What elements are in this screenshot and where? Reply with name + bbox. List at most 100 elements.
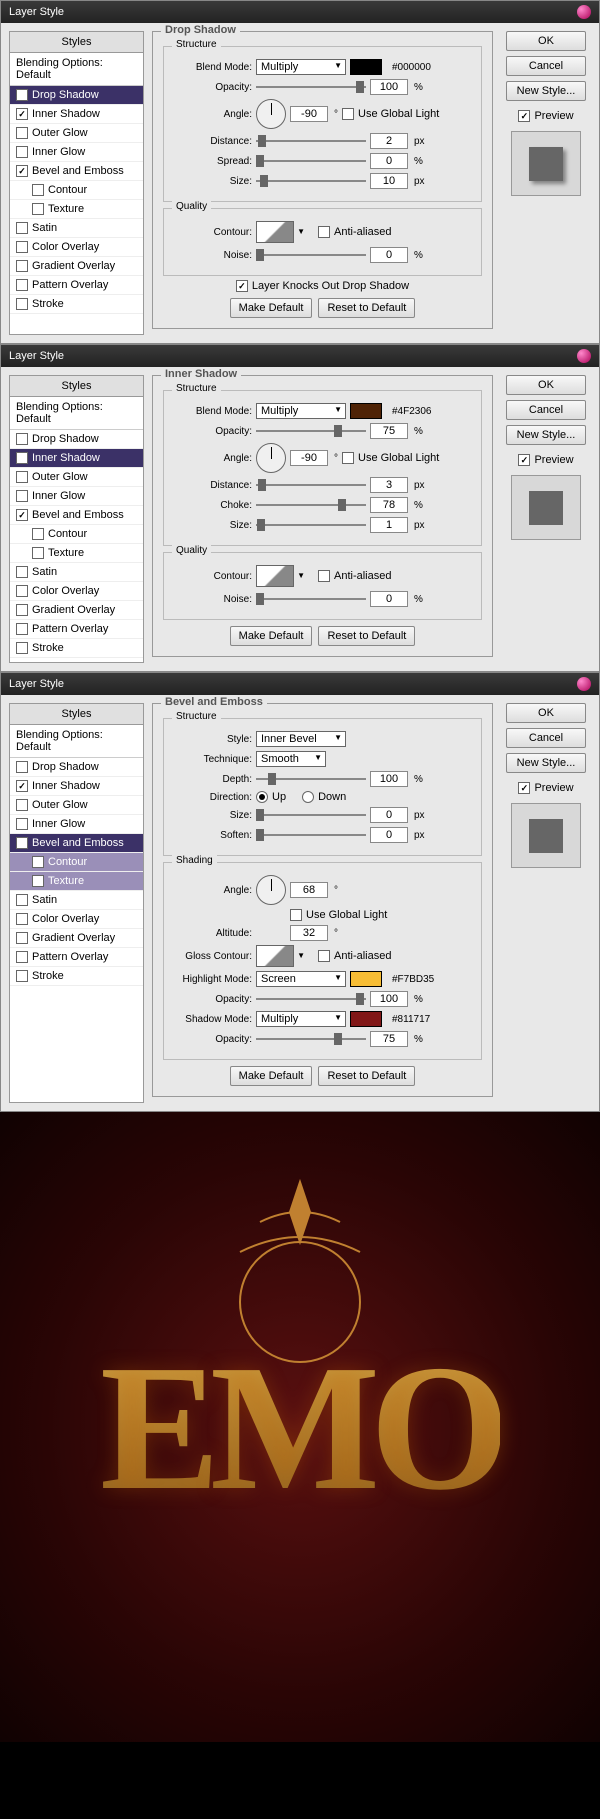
sidebar-item-contour[interactable]: Contour — [10, 853, 143, 872]
checkbox-icon[interactable] — [16, 932, 28, 944]
checkbox-icon[interactable] — [32, 203, 44, 215]
angle-input[interactable]: -90 — [290, 450, 328, 466]
sidebar-item-stroke[interactable]: Stroke — [10, 639, 143, 658]
distance-slider[interactable] — [256, 134, 366, 148]
sidebar-item-inner-glow[interactable]: Inner Glow — [10, 143, 143, 162]
checkbox-icon[interactable] — [32, 856, 44, 868]
soften-input[interactable]: 0 — [370, 827, 408, 843]
checkbox-icon[interactable] — [16, 127, 28, 139]
preview-checkbox[interactable] — [518, 454, 530, 466]
shadow-color-swatch[interactable] — [350, 1011, 382, 1027]
direction-down-radio[interactable] — [302, 791, 314, 803]
sidebar-item-outer-glow[interactable]: Outer Glow — [10, 468, 143, 487]
shadow-opacity-slider[interactable] — [256, 1032, 366, 1046]
checkbox-icon[interactable] — [32, 547, 44, 559]
sidebar-item-drop-shadow[interactable]: Drop Shadow — [10, 86, 143, 105]
size-input[interactable]: 10 — [370, 173, 408, 189]
cancel-button[interactable]: Cancel — [506, 728, 586, 748]
cancel-button[interactable]: Cancel — [506, 56, 586, 76]
distance-slider[interactable] — [256, 478, 366, 492]
noise-input[interactable]: 0 — [370, 247, 408, 263]
checkbox-icon[interactable] — [16, 970, 28, 982]
highlight-mode-select[interactable]: Screen — [256, 971, 346, 987]
checkbox-icon[interactable] — [16, 604, 28, 616]
checkbox-icon[interactable] — [16, 894, 28, 906]
angle-dial[interactable] — [256, 443, 286, 473]
sidebar-item-color-overlay[interactable]: Color Overlay — [10, 910, 143, 929]
sidebar-item-inner-shadow[interactable]: Inner Shadow — [10, 105, 143, 124]
reset-default-button[interactable]: Reset to Default — [318, 298, 415, 318]
opacity-input[interactable]: 100 — [370, 79, 408, 95]
sidebar-item-bevel-emboss[interactable]: Bevel and Emboss — [10, 834, 143, 853]
ok-button[interactable]: OK — [506, 375, 586, 395]
sidebar-item-gradient-overlay[interactable]: Gradient Overlay — [10, 929, 143, 948]
sidebar-item-bevel-emboss[interactable]: Bevel and Emboss — [10, 506, 143, 525]
global-light-checkbox[interactable] — [290, 909, 302, 921]
highlight-opacity-slider[interactable] — [256, 992, 366, 1006]
checkbox-icon[interactable] — [16, 780, 28, 792]
checkbox-icon[interactable] — [16, 260, 28, 272]
style-select[interactable]: Inner Bevel — [256, 731, 346, 747]
checkbox-icon[interactable] — [32, 184, 44, 196]
angle-dial[interactable] — [256, 99, 286, 129]
size-slider[interactable] — [256, 808, 366, 822]
color-swatch[interactable] — [350, 403, 382, 419]
noise-slider[interactable] — [256, 248, 366, 262]
sidebar-item-satin[interactable]: Satin — [10, 891, 143, 910]
sidebar-item-satin[interactable]: Satin — [10, 563, 143, 582]
shadow-opacity-input[interactable]: 75 — [370, 1031, 408, 1047]
contour-picker[interactable] — [256, 565, 294, 587]
blending-options[interactable]: Blending Options: Default — [10, 397, 143, 430]
checkbox-icon[interactable] — [16, 89, 28, 101]
ok-button[interactable]: OK — [506, 31, 586, 51]
new-style-button[interactable]: New Style... — [506, 81, 586, 101]
checkbox-icon[interactable] — [16, 146, 28, 158]
blend-mode-select[interactable]: Multiply — [256, 403, 346, 419]
sidebar-item-stroke[interactable]: Stroke — [10, 295, 143, 314]
angle-input[interactable]: 68 — [290, 882, 328, 898]
sidebar-item-color-overlay[interactable]: Color Overlay — [10, 238, 143, 257]
make-default-button[interactable]: Make Default — [230, 1066, 313, 1086]
preview-checkbox[interactable] — [518, 782, 530, 794]
sidebar-item-pattern-overlay[interactable]: Pattern Overlay — [10, 620, 143, 639]
make-default-button[interactable]: Make Default — [230, 626, 313, 646]
opacity-slider[interactable] — [256, 80, 366, 94]
layer-knocks-checkbox[interactable] — [236, 280, 248, 292]
sidebar-item-satin[interactable]: Satin — [10, 219, 143, 238]
choke-slider[interactable] — [256, 498, 366, 512]
global-light-checkbox[interactable] — [342, 108, 354, 120]
size-input[interactable]: 1 — [370, 517, 408, 533]
reset-default-button[interactable]: Reset to Default — [318, 626, 415, 646]
distance-input[interactable]: 3 — [370, 477, 408, 493]
checkbox-icon[interactable] — [16, 452, 28, 464]
spread-input[interactable]: 0 — [370, 153, 408, 169]
checkbox-icon[interactable] — [16, 471, 28, 483]
checkbox-icon[interactable] — [16, 951, 28, 963]
blend-mode-select[interactable]: Multiply — [256, 59, 346, 75]
opacity-input[interactable]: 75 — [370, 423, 408, 439]
checkbox-icon[interactable] — [32, 528, 44, 540]
antialiased-checkbox[interactable] — [318, 226, 330, 238]
checkbox-icon[interactable] — [16, 566, 28, 578]
choke-input[interactable]: 78 — [370, 497, 408, 513]
highlight-color-swatch[interactable] — [350, 971, 382, 987]
sidebar-item-texture[interactable]: Texture — [10, 872, 143, 891]
checkbox-icon[interactable] — [16, 837, 28, 849]
antialiased-checkbox[interactable] — [318, 570, 330, 582]
ok-button[interactable]: OK — [506, 703, 586, 723]
checkbox-icon[interactable] — [16, 509, 28, 521]
sidebar-item-texture[interactable]: Texture — [10, 200, 143, 219]
new-style-button[interactable]: New Style... — [506, 425, 586, 445]
checkbox-icon[interactable] — [16, 799, 28, 811]
size-input[interactable]: 0 — [370, 807, 408, 823]
sidebar-item-stroke[interactable]: Stroke — [10, 967, 143, 986]
opacity-slider[interactable] — [256, 424, 366, 438]
gloss-contour-picker[interactable] — [256, 945, 294, 967]
sidebar-item-inner-glow[interactable]: Inner Glow — [10, 815, 143, 834]
checkbox-icon[interactable] — [16, 490, 28, 502]
global-light-checkbox[interactable] — [342, 452, 354, 464]
sidebar-item-outer-glow[interactable]: Outer Glow — [10, 124, 143, 143]
sidebar-item-drop-shadow[interactable]: Drop Shadow — [10, 758, 143, 777]
checkbox-icon[interactable] — [16, 642, 28, 654]
checkbox-icon[interactable] — [16, 279, 28, 291]
